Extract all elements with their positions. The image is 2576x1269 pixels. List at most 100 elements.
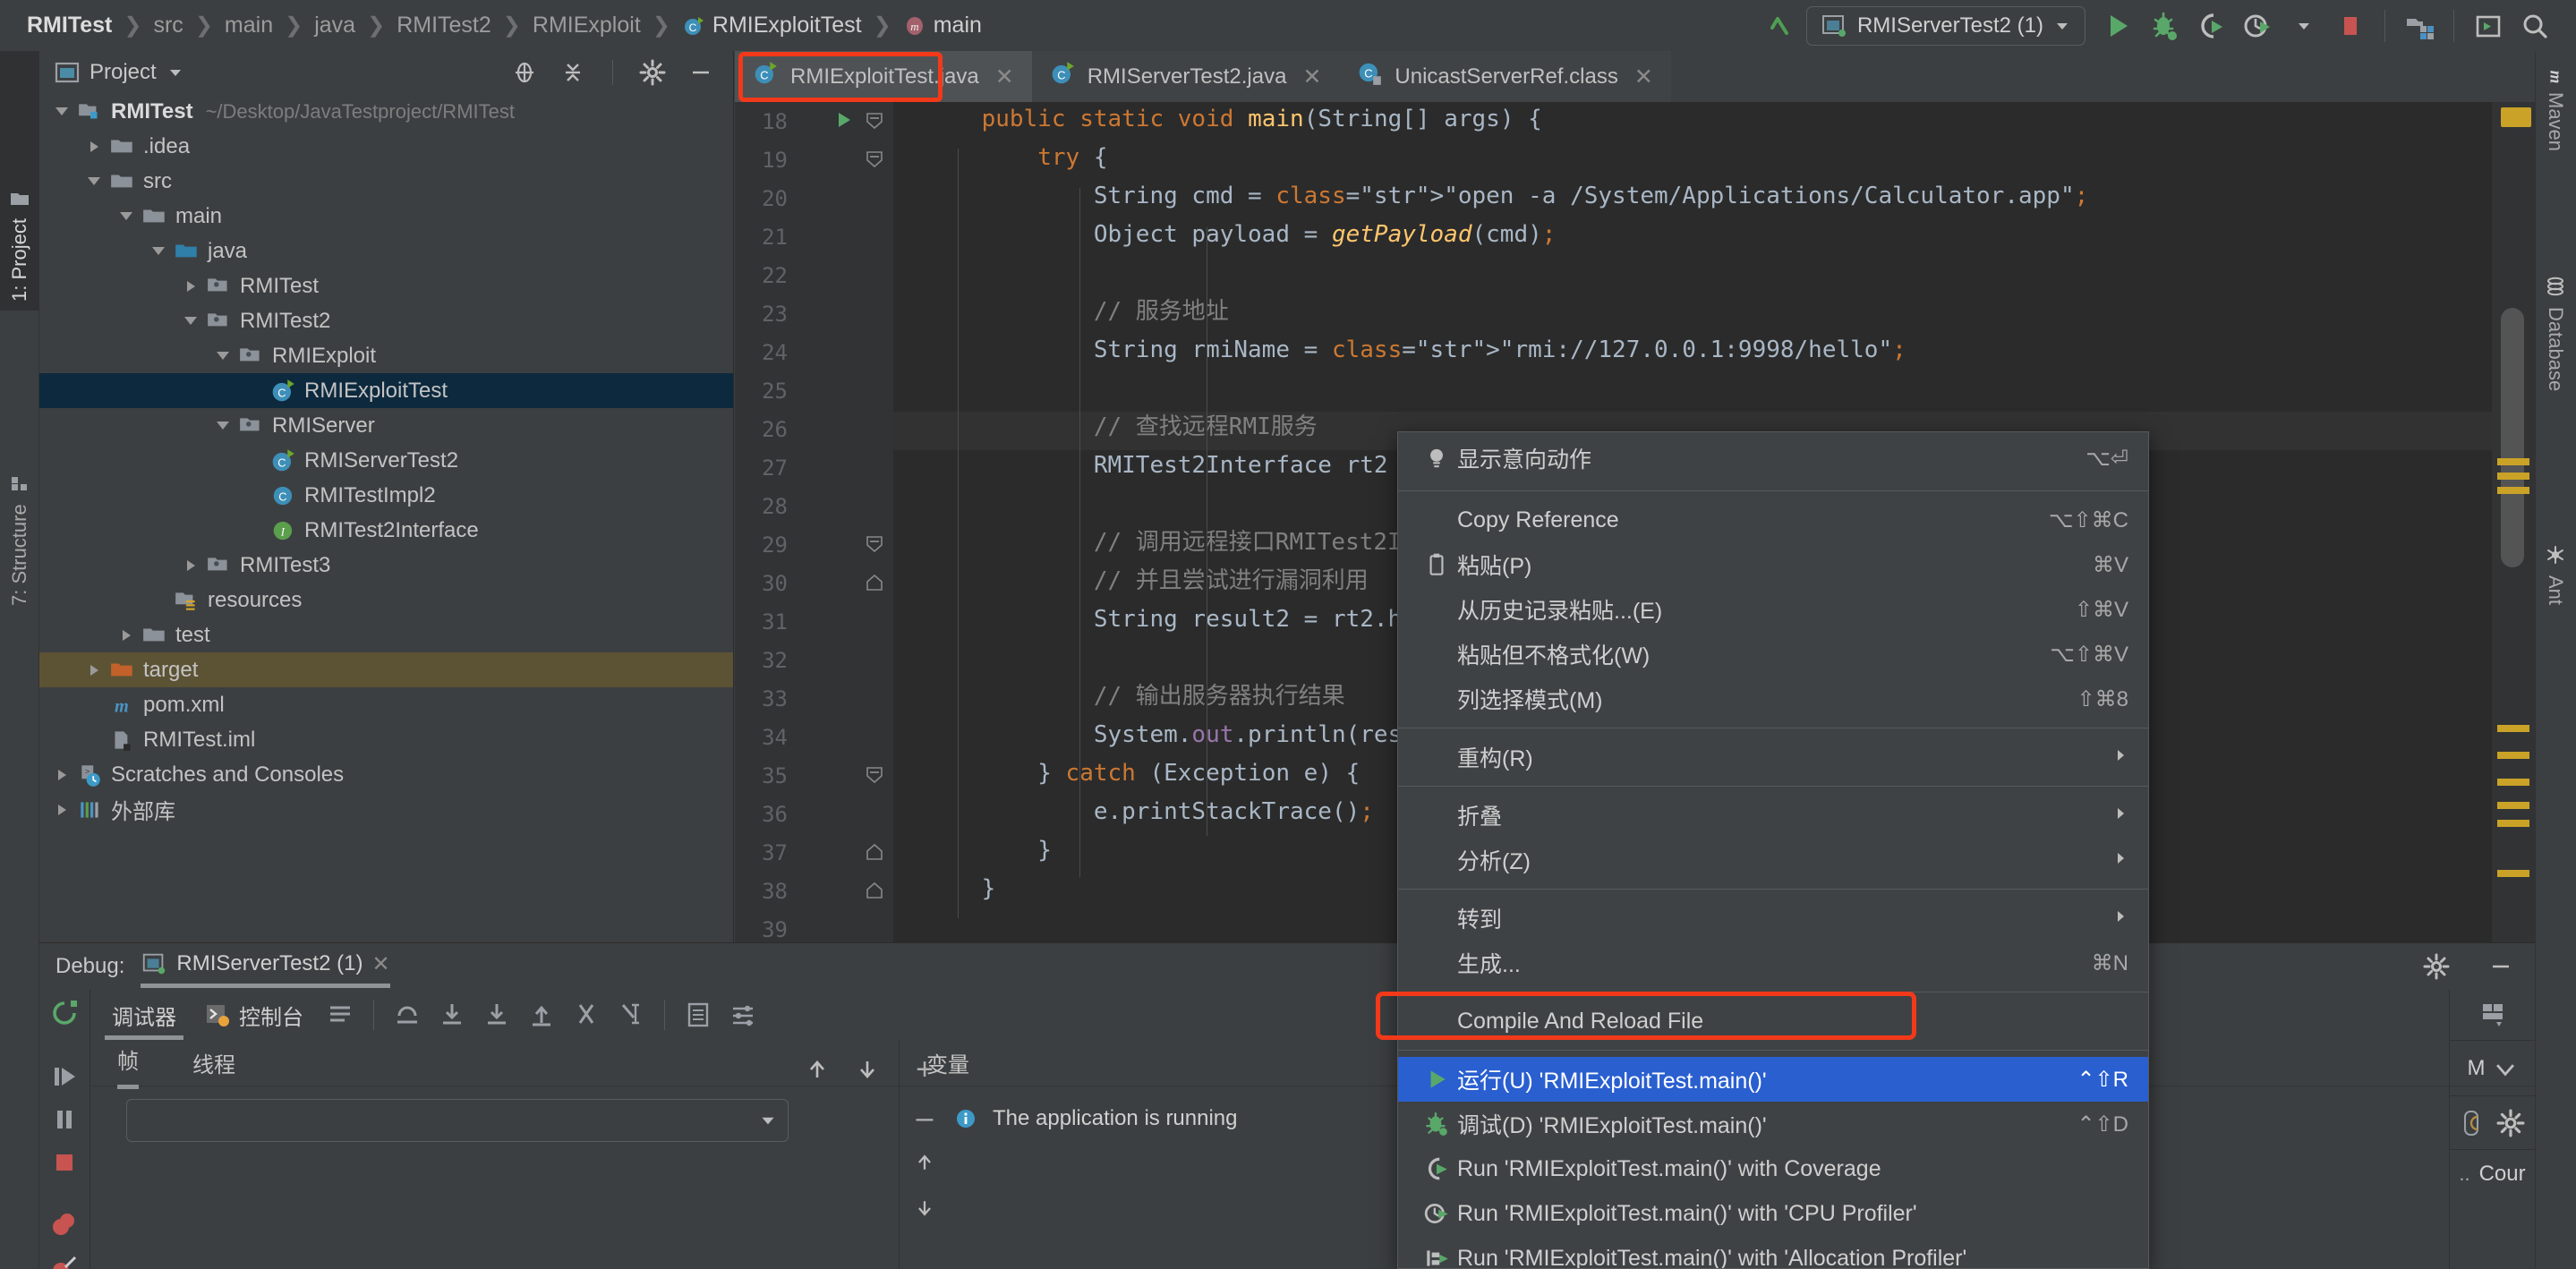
run-configuration-selector[interactable]: RMIServerTest2 (1) [1805, 5, 2086, 46]
tree-node-scratches-and-consoles[interactable]: > Scratches and Consoles [39, 757, 733, 792]
sidebar-item-database[interactable]: Database [2535, 266, 2576, 525]
menu-item-compile-and-reload-file[interactable]: Compile And Reload File [1398, 999, 2148, 1043]
frames-header[interactable]: 帧 [117, 1043, 139, 1089]
expand-arrow-icon[interactable] [177, 559, 204, 571]
hide-icon[interactable] [2481, 947, 2521, 986]
force-step-into-icon[interactable] [474, 992, 519, 1037]
collapse-arrow-icon[interactable] [48, 107, 75, 115]
code-line[interactable]: // 调用远程接口RMITest2Interf [925, 524, 1471, 562]
menu-item-d-rmiexploittest-main[interactable]: 调试(D) 'RMIExploitTest.main()' ⌃⇧D [1398, 1102, 2148, 1146]
tab-console[interactable]: 控制台 [191, 990, 318, 1040]
warning-marker[interactable] [2501, 107, 2531, 127]
debug-session-tab[interactable]: RMIServerTest2 (1) ✕ [141, 950, 390, 988]
code-line[interactable]: System.out.println(result2) [925, 716, 1472, 754]
menu-item-run-rmiexploittest-main-with-coverage[interactable]: Run 'RMIExploitTest.main()' with Coverag… [1398, 1146, 2148, 1191]
tree-node-src[interactable]: src [39, 164, 733, 199]
tree-node-target[interactable]: target [39, 652, 733, 687]
expand-arrow-icon[interactable] [177, 280, 204, 292]
editor-tab-unicastserverref-class[interactable]: C UnicastServerRef.class ✕ [1339, 51, 1671, 102]
arrow-up-icon[interactable] [804, 1056, 831, 1087]
code-fold-end-icon[interactable] [865, 842, 884, 866]
code-line[interactable]: RMITest2Interface rt2 = (RM [925, 447, 1472, 485]
terminal-button[interactable] [2465, 3, 2512, 49]
menu-item-[interactable]: 折叠 [1398, 793, 2148, 838]
menu-item-copy-reference[interactable]: Copy Reference ⌥⇧⌘C [1398, 498, 2148, 542]
show-options-icon[interactable] [318, 992, 363, 1037]
collapse-arrow-icon[interactable] [209, 352, 236, 360]
close-icon[interactable]: ✕ [995, 64, 1014, 90]
tab-debugger[interactable]: 调试器 [98, 990, 191, 1040]
tree-node-rmitest[interactable]: RMITest ~/Desktop/JavaTestproject/RMITest [39, 94, 733, 129]
sidebar-item-maven[interactable]: m Maven [2535, 51, 2576, 257]
code-line[interactable]: } [925, 831, 1052, 870]
settings-icon[interactable] [721, 992, 765, 1037]
code-line[interactable]: String cmd = class="str">"open -a /Syste… [925, 177, 2088, 216]
code-fold-collapse-icon[interactable] [865, 765, 884, 789]
run-to-cursor-icon[interactable] [609, 992, 653, 1037]
code-line[interactable]: e.printStackTrace(); [925, 793, 1374, 831]
editor-tab-rmiexploittest-java[interactable]: C RMIExploitTest.java ✕ [735, 51, 1032, 102]
tree-node-rmiserver[interactable]: RMIServer [39, 408, 733, 443]
profiler-dropdown-icon[interactable] [2281, 3, 2327, 49]
expand-arrow-icon[interactable] [48, 804, 75, 815]
code-line[interactable]: String rmiName = class="str">"rmi://127.… [925, 331, 1906, 370]
menu-item-z[interactable]: 分析(Z) [1398, 838, 2148, 882]
menu-item-[interactable]: 生成... ⌘N [1398, 941, 2148, 985]
tree-node-java[interactable]: java [39, 234, 733, 268]
menu-item-r[interactable]: 重构(R) [1398, 735, 2148, 779]
expand-arrow-icon[interactable] [81, 664, 107, 676]
tree-node-rmitestimpl2[interactable]: C RMITestImpl2 [39, 478, 733, 513]
gear-icon[interactable] [2417, 947, 2456, 986]
scroll-from-source-icon[interactable] [505, 53, 544, 92]
tree-node-rmiexploittest[interactable]: C RMIExploitTest [39, 373, 733, 408]
code-fold-collapse-icon[interactable] [865, 111, 884, 135]
menu-item-u-rmiexploittest-main[interactable]: 运行(U) 'RMIExploitTest.main()' ⌃⇧R [1398, 1057, 2148, 1102]
tree-node-rmiservertest2[interactable]: C RMIServerTest2 [39, 443, 733, 478]
rerun-icon[interactable] [41, 997, 88, 1031]
tree-node-rmiexploit[interactable]: RMIExploit [39, 338, 733, 373]
remove-icon[interactable]: – [917, 1103, 934, 1133]
step-over-icon[interactable] [385, 992, 430, 1037]
menu-item-[interactable]: 显示意向动作 ⌥⏎ [1398, 432, 2148, 484]
expand-arrow-icon[interactable] [48, 769, 75, 780]
add-icon[interactable]: + [916, 1054, 934, 1085]
coverage-controls[interactable] [2450, 1095, 2535, 1149]
code-line[interactable]: // 查找远程RMI服务 [925, 408, 1318, 447]
code-fold-collapse-icon[interactable] [865, 534, 884, 558]
collapse-all-icon[interactable] [553, 53, 593, 92]
hide-icon[interactable] [681, 53, 721, 92]
run-button[interactable] [2094, 3, 2141, 49]
view-breakpoints-icon[interactable] [41, 1251, 88, 1269]
expand-arrow-icon[interactable] [81, 141, 107, 152]
code-fold-collapse-icon[interactable] [865, 149, 884, 174]
sidebar-item-project[interactable]: 1: Project [0, 51, 39, 311]
tree-node-rmitest2interface[interactable]: I RMITest2Interface [39, 513, 733, 548]
menu-item-[interactable]: 转到 [1398, 896, 2148, 941]
step-out-icon[interactable] [519, 992, 564, 1037]
editor-marker-gutter[interactable] [2492, 102, 2535, 942]
collapse-arrow-icon[interactable] [209, 422, 236, 430]
tree-node--[interactable]: 外部库 [39, 792, 733, 827]
right-tab-m[interactable]: M [2450, 1040, 2535, 1095]
menu-item-e[interactable]: 从历史记录粘贴...(E) ⇧⌘V [1398, 587, 2148, 632]
collapse-arrow-icon[interactable] [113, 212, 140, 220]
arrow-down-icon[interactable] [913, 1197, 936, 1224]
back-arrow-icon[interactable] [1760, 3, 1806, 49]
arrow-down-icon[interactable] [854, 1056, 881, 1087]
collapse-arrow-icon[interactable] [81, 177, 107, 185]
breadcrumb-item-main[interactable]: main [221, 13, 277, 38]
tree-node-rmitest2[interactable]: RMITest2 [39, 303, 733, 338]
threads-header[interactable]: 线程 [192, 1047, 235, 1078]
step-into-icon[interactable] [430, 992, 474, 1037]
tree-node-test[interactable]: test [39, 617, 733, 652]
code-fold-end-icon[interactable] [865, 881, 884, 905]
menu-item-run-rmiexploittest-main-with-cpu-profile[interactable]: Run 'RMIExploitTest.main()' with 'CPU Pr… [1398, 1191, 2148, 1236]
arrow-up-icon[interactable] [913, 1151, 936, 1179]
chevron-down-icon[interactable] [2052, 16, 2072, 36]
stop-button[interactable] [2327, 3, 2374, 49]
collapse-arrow-icon[interactable] [177, 317, 204, 325]
code-line[interactable]: Object payload = getPayload(cmd); [925, 216, 1557, 254]
chevron-down-icon[interactable] [2493, 1056, 2518, 1081]
code-line[interactable]: // 输出服务器执行结果 [925, 677, 1345, 716]
coverage-icon[interactable] [2461, 1108, 2491, 1138]
